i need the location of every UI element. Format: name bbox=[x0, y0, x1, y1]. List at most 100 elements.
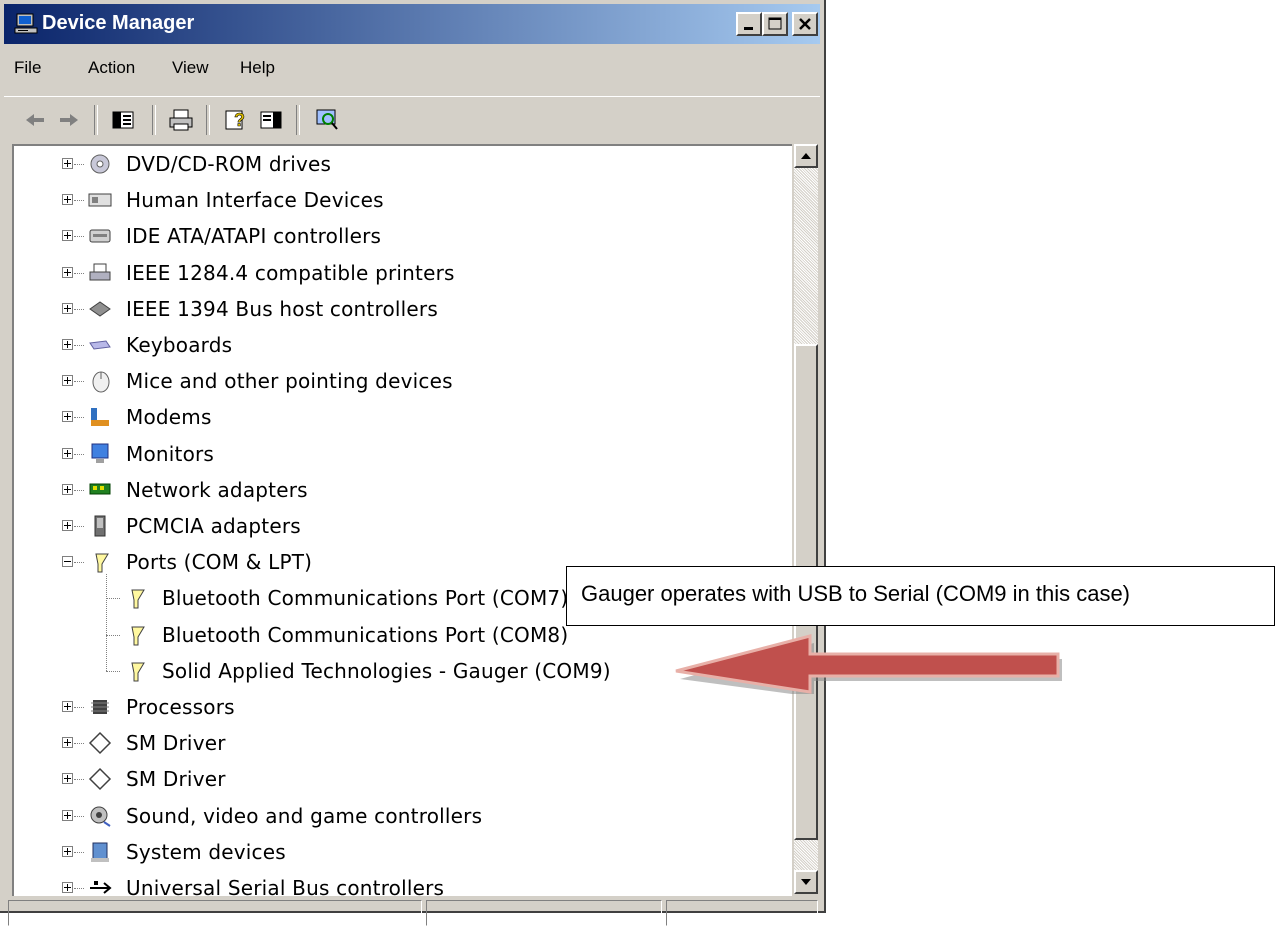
expand-icon[interactable] bbox=[62, 375, 73, 387]
tree-item-category[interactable]: SM Driver bbox=[14, 727, 792, 759]
modem-icon bbox=[91, 408, 109, 427]
port-icon bbox=[131, 626, 145, 646]
expand-icon[interactable] bbox=[62, 302, 73, 314]
maximize-icon bbox=[768, 17, 782, 30]
tree-connector-line bbox=[74, 308, 84, 311]
tree-item-category[interactable]: Network adapters bbox=[14, 474, 792, 506]
tree-item-category[interactable]: Human Interface Devices bbox=[14, 184, 792, 216]
device-manager-window: Device Manager File Action View Help ? D… bbox=[0, 0, 826, 926]
expand-icon[interactable] bbox=[62, 411, 73, 423]
close-button[interactable] bbox=[792, 12, 818, 36]
status-bar bbox=[4, 898, 820, 930]
tree-item-category[interactable]: Mice and other pointing devices bbox=[14, 365, 792, 397]
expand-icon[interactable] bbox=[62, 882, 73, 893]
title-bar[interactable]: Device Manager bbox=[4, 4, 820, 44]
tree-item-label: Network adapters bbox=[126, 477, 308, 502]
collapse-icon[interactable] bbox=[62, 556, 73, 568]
tree-item-label: IDE ATA/ATAPI controllers bbox=[126, 224, 382, 249]
expand-icon[interactable] bbox=[62, 737, 73, 749]
tree-connector-line bbox=[106, 670, 120, 673]
tree-item-category[interactable]: Sound, video and game controllers bbox=[14, 800, 792, 832]
tree-connector-line bbox=[106, 574, 107, 671]
tree-item-label: Solid Applied Technologies - Gauger (COM… bbox=[162, 658, 611, 683]
port-icon bbox=[95, 553, 109, 573]
tree-item-label: Sound, video and game controllers bbox=[126, 803, 483, 828]
expand-icon[interactable] bbox=[62, 158, 73, 169]
toolbar-separator bbox=[94, 105, 98, 135]
pcmcia-icon bbox=[94, 515, 106, 537]
tree-item-category[interactable]: IDE ATA/ATAPI controllers bbox=[14, 220, 792, 252]
tree-item-category[interactable]: SM Driver bbox=[14, 763, 792, 795]
back-arrow-icon[interactable] bbox=[22, 107, 48, 133]
expand-icon[interactable] bbox=[62, 520, 73, 531]
tree-item-label: Mice and other pointing devices bbox=[126, 369, 453, 394]
tree-item-category[interactable]: PCMCIA adapters bbox=[14, 510, 792, 542]
menu-file[interactable]: File bbox=[14, 58, 41, 78]
expand-icon[interactable] bbox=[62, 266, 73, 278]
tree-item-label: Ports (COM & LPT) bbox=[126, 550, 313, 575]
tree-item-category[interactable]: DVD/CD-ROM drives bbox=[14, 148, 792, 180]
show-hide-console-tree-icon[interactable] bbox=[110, 107, 136, 133]
scroll-down-button[interactable] bbox=[794, 870, 818, 894]
expand-icon[interactable] bbox=[62, 194, 73, 206]
mouse-icon bbox=[92, 371, 110, 393]
tree-item-label: IEEE 1394 Bus host controllers bbox=[126, 296, 438, 321]
toolbar: ? bbox=[4, 96, 820, 143]
menu-action[interactable]: Action bbox=[88, 58, 135, 78]
tree-connector-line bbox=[74, 164, 84, 166]
system-devices-icon bbox=[91, 842, 109, 862]
tree-item-category[interactable]: System devices bbox=[14, 836, 792, 868]
device-tree[interactable]: DVD/CD-ROM drives Human Interface Devices… bbox=[12, 144, 792, 896]
hid-icon bbox=[88, 193, 112, 207]
expand-icon[interactable] bbox=[62, 845, 73, 857]
sm-driver-icon bbox=[88, 732, 112, 755]
scan-hardware-icon[interactable] bbox=[314, 107, 340, 133]
tree-item-category[interactable]: Modems bbox=[14, 401, 792, 433]
tree-connector-line bbox=[74, 236, 84, 238]
usb-icon bbox=[90, 881, 112, 894]
tree-item-category[interactable]: Keyboards bbox=[14, 329, 792, 361]
menu-view[interactable]: View bbox=[172, 58, 209, 78]
tree-item-label: IEEE 1284.4 compatible printers bbox=[126, 260, 455, 285]
expand-icon[interactable] bbox=[62, 230, 73, 242]
tree-connector-line bbox=[74, 562, 84, 564]
tree-item-category[interactable]: Monitors bbox=[14, 438, 792, 470]
maximize-button[interactable] bbox=[762, 12, 788, 36]
help-icon[interactable]: ? bbox=[224, 107, 250, 133]
expand-icon[interactable] bbox=[62, 701, 73, 712]
annotation-arrow-icon bbox=[675, 634, 1062, 694]
forward-arrow-icon[interactable] bbox=[56, 107, 82, 133]
tree-connector-line bbox=[74, 272, 84, 275]
callout-text: Gauger operates with USB to Serial (COM9… bbox=[581, 581, 1131, 606]
expand-icon[interactable] bbox=[62, 809, 73, 821]
tree-item-category[interactable]: Processors bbox=[14, 691, 792, 723]
minimize-button[interactable] bbox=[736, 12, 762, 36]
window-title: Device Manager bbox=[42, 12, 195, 34]
tree-item-label: Universal Serial Bus controllers bbox=[126, 876, 445, 896]
tree-item-label: Keyboards bbox=[126, 333, 233, 357]
tree-item-label: SM Driver bbox=[126, 731, 226, 756]
expand-icon[interactable] bbox=[62, 773, 73, 785]
processor-icon bbox=[91, 700, 109, 714]
expand-icon[interactable] bbox=[62, 483, 73, 495]
menu-help[interactable]: Help bbox=[240, 58, 275, 78]
expand-icon[interactable] bbox=[62, 447, 73, 459]
tree-item-label: Bluetooth Communications Port (COM7) bbox=[162, 586, 569, 611]
dvd-drive-icon bbox=[90, 154, 110, 174]
tree-item-label: Processors bbox=[126, 695, 235, 719]
tree-connector-line bbox=[106, 598, 120, 600]
print-icon[interactable] bbox=[168, 107, 194, 133]
status-panel bbox=[666, 900, 818, 926]
scroll-up-button[interactable] bbox=[794, 144, 818, 168]
tree-item-category[interactable]: IEEE 1394 Bus host controllers bbox=[14, 293, 792, 325]
tree-item-category[interactable]: IEEE 1284.4 compatible printers bbox=[14, 257, 792, 289]
tree-connector-line bbox=[106, 634, 120, 637]
scroll-down-arrow-icon bbox=[801, 879, 811, 885]
expand-icon[interactable] bbox=[62, 339, 73, 350]
vertical-scrollbar[interactable] bbox=[794, 144, 818, 894]
properties-icon[interactable] bbox=[258, 107, 284, 133]
computer-icon bbox=[14, 13, 38, 34]
tree-connector-line bbox=[74, 453, 84, 456]
tree-item-label: Monitors bbox=[126, 441, 215, 466]
tree-item-category[interactable]: Universal Serial Bus controllers bbox=[14, 872, 792, 896]
